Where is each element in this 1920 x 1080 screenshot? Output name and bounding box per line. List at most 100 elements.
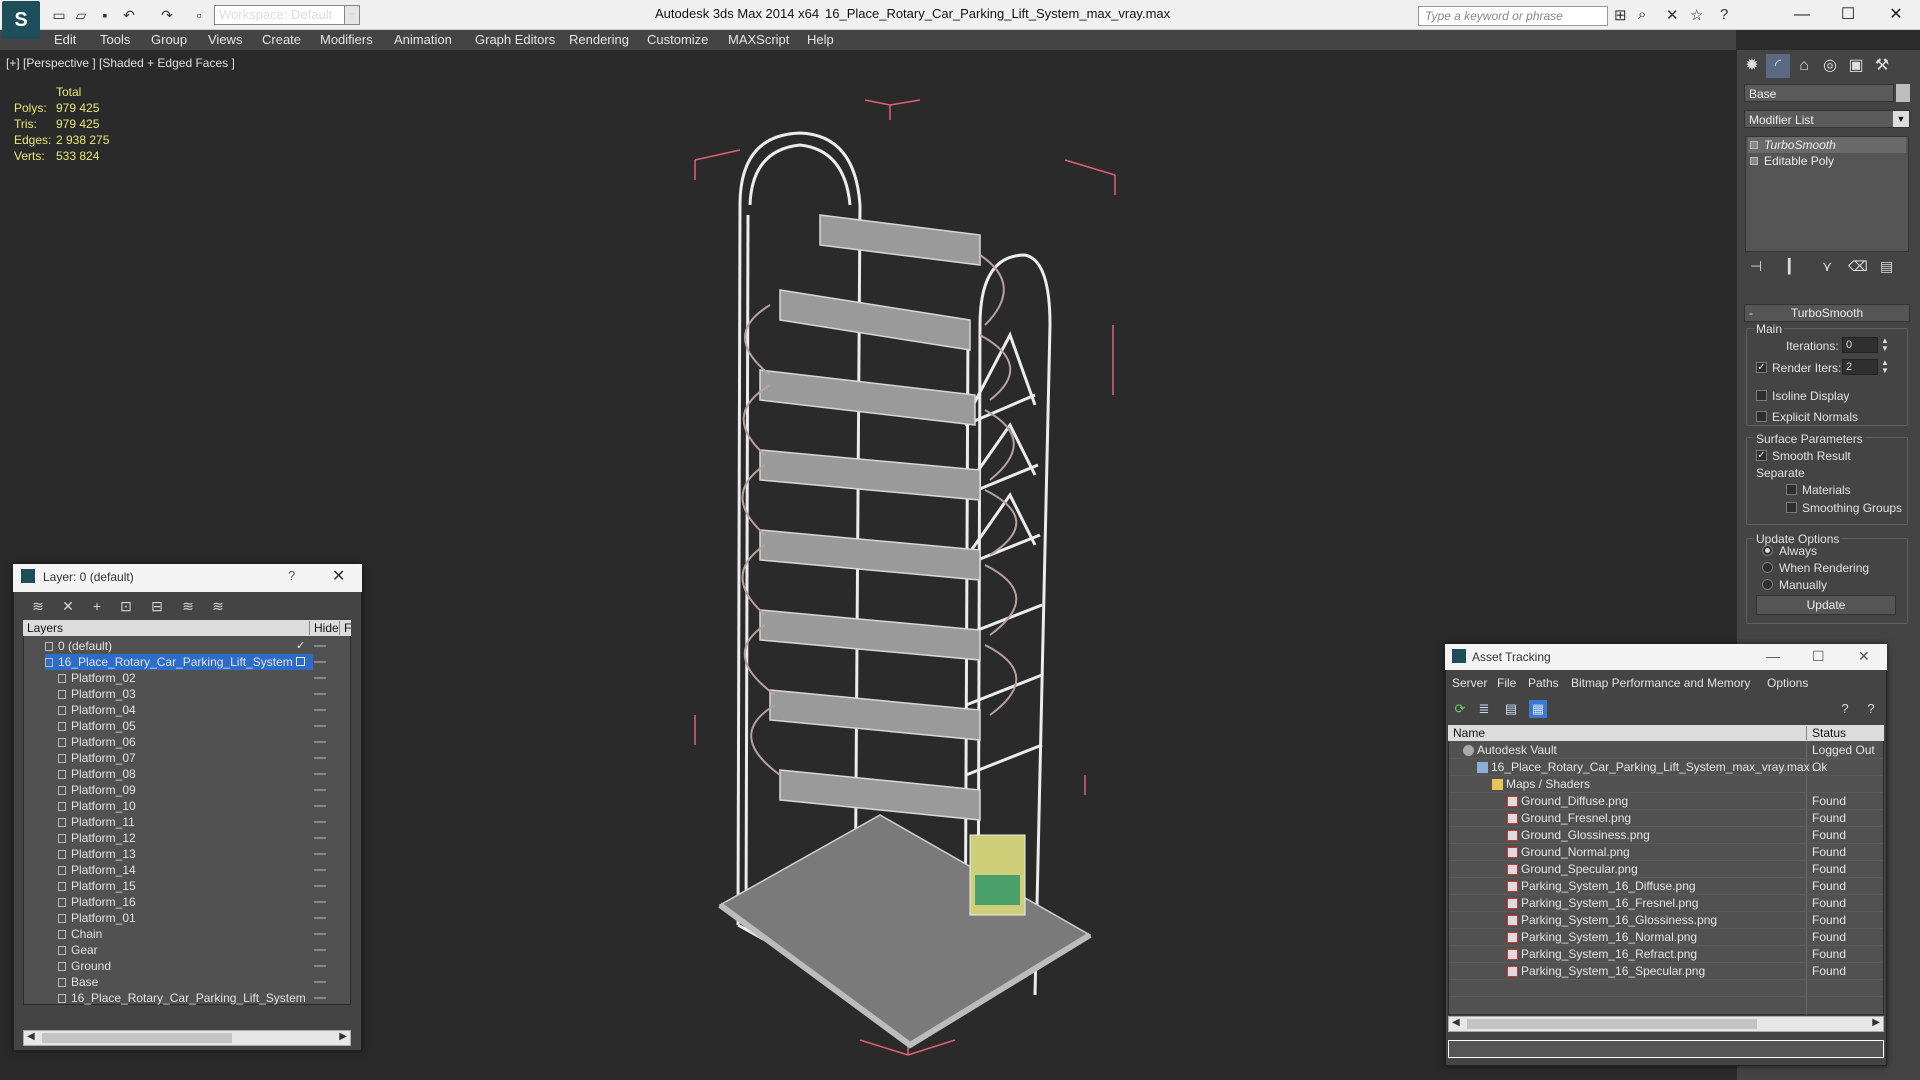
scroll-left-icon[interactable]: ◀	[1452, 1017, 1460, 1028]
hide-toggle[interactable]	[314, 917, 326, 919]
hide-toggle[interactable]	[314, 965, 326, 967]
update-button[interactable]: Update	[1756, 595, 1896, 615]
hide-toggle[interactable]	[314, 933, 326, 935]
layer-row[interactable]: Platform_07	[24, 750, 350, 766]
menu-maxscript[interactable]: MAXScript	[728, 32, 789, 47]
expand-icon[interactable]	[1750, 157, 1758, 165]
render-iters-spinner[interactable]: 2	[1842, 359, 1878, 375]
favorites-star-icon[interactable]: ☆	[1690, 6, 1703, 24]
make-current-icon[interactable]	[296, 657, 305, 666]
layer-row[interactable]: 0 (default) ✓	[24, 638, 350, 654]
hide-toggle[interactable]	[314, 853, 326, 855]
menu-help[interactable]: Help	[807, 32, 834, 47]
open-file-icon[interactable]: ▱	[72, 6, 90, 24]
manually-radio[interactable]	[1762, 579, 1773, 590]
list-view-icon[interactable]: ≣	[1475, 700, 1493, 718]
scroll-right-icon[interactable]: ▶	[1872, 1017, 1880, 1028]
object-name-field[interactable]: Base	[1744, 84, 1894, 102]
menu-tools[interactable]: Tools	[100, 32, 130, 47]
layer-row[interactable]: Platform_05	[24, 718, 350, 734]
hide-toggle[interactable]	[314, 805, 326, 807]
name-column-header[interactable]: Name	[1453, 726, 1485, 740]
search-input[interactable]: Type a keyword or phrase	[1418, 6, 1608, 26]
menu-rendering[interactable]: Rendering	[569, 32, 629, 47]
help-icon[interactable]: ?	[1720, 6, 1728, 23]
asset-row[interactable]: Parking_System_16_Normal.png Found	[1449, 929, 1883, 946]
asset-menu-options[interactable]: Options	[1767, 676, 1808, 690]
create-layer-icon[interactable]: ≋	[28, 597, 48, 615]
hide-toggle[interactable]	[314, 789, 326, 791]
utilities-tab-icon[interactable]: ⚒	[1870, 54, 1894, 78]
menu-create[interactable]: Create	[262, 32, 301, 47]
layer-row[interactable]: 16_Place_Rotary_Car_Parking_Lift_System	[24, 990, 350, 1006]
asset-horizontal-scrollbar[interactable]: ◀ ▶	[1448, 1016, 1884, 1032]
info-icon[interactable]: ?	[1862, 700, 1880, 718]
add-to-layer-icon[interactable]: +	[87, 597, 107, 615]
layer-row[interactable]: 16_Place_Rotary_Car_Parking_Lift_System	[24, 654, 350, 670]
layer-row[interactable]: Platform_03	[24, 686, 350, 702]
isoline-display-checkbox[interactable]	[1756, 390, 1767, 401]
refresh-icon[interactable]: ⟳	[1451, 700, 1469, 718]
scroll-thumb[interactable]	[42, 1033, 232, 1043]
freeze-all-icon[interactable]: ≋	[208, 597, 228, 615]
layer-row[interactable]: Chain	[24, 926, 350, 942]
hide-toggle[interactable]	[314, 645, 326, 647]
object-color-swatch[interactable]	[1896, 84, 1910, 102]
asset-menu-paths[interactable]: Paths	[1528, 676, 1559, 690]
hide-toggle[interactable]	[314, 837, 326, 839]
layer-row[interactable]: Platform_13	[24, 846, 350, 862]
layer-row[interactable]: Platform_09	[24, 782, 350, 798]
hide-toggle[interactable]	[314, 997, 326, 999]
lightbulb-icon[interactable]	[1750, 141, 1758, 149]
asset-row[interactable]: Parking_System_16_Refract.png Found	[1449, 946, 1883, 963]
minimize-icon[interactable]: —	[1782, 2, 1822, 28]
motion-tab-icon[interactable]: ◎	[1818, 54, 1842, 78]
asset-row[interactable]: Ground_Normal.png Found	[1449, 844, 1883, 861]
spinner-arrows-icon[interactable]: ▲ ▼	[1880, 337, 1890, 353]
menu-edit[interactable]: Edit	[54, 32, 76, 47]
spinner-arrows-icon[interactable]: ▲ ▼	[1880, 359, 1890, 375]
smooth-result-checkbox[interactable]: ✓	[1756, 450, 1767, 461]
asset-row[interactable]: Parking_System_16_Glossiness.png Found	[1449, 912, 1883, 929]
configure-sets-icon[interactable]: ▤	[1880, 258, 1893, 275]
help-icon[interactable]: ?	[288, 568, 295, 583]
hide-toggle[interactable]	[314, 709, 326, 711]
hide-toggle[interactable]	[314, 885, 326, 887]
always-radio[interactable]	[1762, 545, 1773, 556]
asset-row[interactable]: Ground_Diffuse.png Found	[1449, 793, 1883, 810]
scroll-left-icon[interactable]: ◀	[27, 1031, 35, 1042]
menu-views[interactable]: Views	[208, 32, 242, 47]
save-icon[interactable]: ▪	[96, 6, 114, 24]
layer-row[interactable]: Platform_02	[24, 670, 350, 686]
hide-toggle[interactable]	[314, 757, 326, 759]
turbosmooth-rollout-header[interactable]: - TurboSmooth	[1744, 304, 1910, 322]
freeze-column-header[interactable]: F	[339, 621, 351, 635]
layer-row[interactable]: Platform_08	[24, 766, 350, 782]
hide-toggle[interactable]	[314, 869, 326, 871]
asset-row[interactable]: Autodesk Vault Logged Out ...	[1449, 742, 1883, 774]
hide-toggle[interactable]	[314, 981, 326, 983]
parking-lift-model[interactable]	[680, 95, 1130, 1065]
redo-icon[interactable]: ↷	[158, 6, 176, 24]
asset-row[interactable]: Parking_System_16_Fresnel.png Found	[1449, 895, 1883, 912]
asset-row[interactable]: Ground_Specular.png Found	[1449, 861, 1883, 878]
layer-row[interactable]: Platform_14	[24, 862, 350, 878]
hide-column-header[interactable]: Hide	[309, 621, 339, 635]
show-end-result-icon[interactable]: ▎	[1788, 258, 1799, 275]
modify-tab-icon[interactable]: ◜	[1766, 54, 1790, 78]
workspace-dropdown[interactable]: Workspace: Default	[214, 5, 360, 25]
help-icon[interactable]: ?	[1836, 700, 1854, 718]
hide-toggle[interactable]	[314, 661, 326, 663]
close-icon[interactable]: ✕	[1876, 2, 1916, 28]
create-tab-icon[interactable]: ✹	[1740, 54, 1764, 78]
table-view-icon[interactable]: ▤	[1502, 700, 1520, 718]
layer-row[interactable]: Platform_04	[24, 702, 350, 718]
binoculars-icon[interactable]: ⊞	[1614, 6, 1627, 24]
layer-row[interactable]: Platform_16	[24, 894, 350, 910]
workspace-chevron-icon[interactable]: ▼	[344, 5, 360, 25]
menu-graph-editors[interactable]: Graph Editors	[475, 32, 555, 47]
maximize-icon[interactable]: ☐	[1812, 648, 1825, 665]
undo-icon[interactable]: ↶	[120, 6, 138, 24]
select-in-layer-icon[interactable]: ⊡	[116, 597, 136, 615]
menu-animation[interactable]: Animation	[394, 32, 452, 47]
